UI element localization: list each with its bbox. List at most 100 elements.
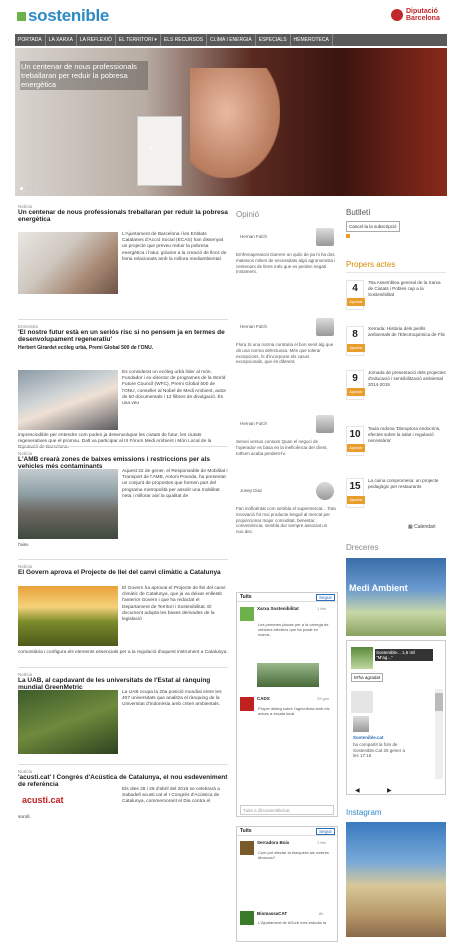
tweet-time[interactable]: 1 feb xyxy=(317,606,326,611)
fb-post-avatar xyxy=(351,691,373,713)
nav-item[interactable]: LA REFLEXIÓ xyxy=(77,34,116,46)
article-summary: La UAB ocupa la 20a posició mundial entr… xyxy=(122,690,222,708)
tweet-author[interactable]: CADS xyxy=(257,696,270,701)
opinion-author[interactable]: Hernan Fulch xyxy=(240,421,267,426)
tweet-text[interactable]: Proper diàleg sobre l'agricultura amb el… xyxy=(255,705,335,717)
article-summary: Aquest 22 de gener, el Responsable de Mo… xyxy=(122,469,228,499)
diputacio-logo-icon xyxy=(391,9,403,21)
tweet-author[interactable]: BiomassaCAT xyxy=(257,911,287,916)
tweet-text[interactable]: Com pot afectar la #sequera als nostres … xyxy=(255,849,335,861)
fb-post-author[interactable]: Sostenible.cat xyxy=(353,735,384,740)
event-join-button[interactable]: Apuntar xyxy=(347,388,365,396)
tweet-image[interactable] xyxy=(257,663,319,687)
article-image[interactable] xyxy=(18,469,118,539)
opinion-author[interactable]: Hernan Fulch xyxy=(240,234,267,239)
newsletter-heading: Butlletí xyxy=(346,208,371,217)
instagram-heading: Instagram xyxy=(346,808,382,817)
nav-item[interactable]: ESPECIALS xyxy=(256,34,291,46)
tweet-input[interactable]: Tuita a @sostenibleicat xyxy=(240,805,334,815)
twitter-widget: Tuits Seguir Xarxa Sostenibilitat 1 feb … xyxy=(236,592,338,817)
event-join-button[interactable]: Apuntar xyxy=(347,444,365,452)
article-title[interactable]: 'El nostre futur està en un seriós risc … xyxy=(18,329,228,343)
tweet-avatar xyxy=(240,697,254,711)
shortcuts-heading: Dreceres xyxy=(346,543,379,552)
event-title[interactable]: Xerrada: Història dels perills ambiental… xyxy=(368,326,446,338)
article-title[interactable]: El Govern aprova el Projecte de llei del… xyxy=(18,569,228,576)
opinion-text[interactable]: Fan innfloèntat com sembla el supermerca… xyxy=(236,506,336,535)
article-image[interactable] xyxy=(18,586,118,646)
nav-item[interactable]: HEMEROTECA xyxy=(291,34,333,46)
hero-title[interactable]: Un centenar de nous professionals trebal… xyxy=(20,61,148,90)
nav-item[interactable]: ELS RECURSOS xyxy=(161,34,208,46)
tweet-avatar xyxy=(240,607,254,621)
opinion-author[interactable]: Josep Diaz xyxy=(240,488,262,493)
article-title[interactable]: L'AMB crearà zones de baixes emissions i… xyxy=(18,456,228,470)
author-avatar xyxy=(316,415,334,433)
event-title[interactable]: 76a Assemblea general de la Xarxa de Ciu… xyxy=(368,280,446,298)
follow-button[interactable]: Seguir xyxy=(315,828,335,835)
follow-button[interactable]: Seguir xyxy=(315,594,335,601)
hero-image-radiator xyxy=(137,116,182,186)
event-day: 9 xyxy=(352,373,358,384)
medi-ambient-banner[interactable]: Medi Ambient xyxy=(346,558,446,636)
author-avatar xyxy=(316,318,334,336)
article-subtitle: Herbert Girardet ecòleg urbà, Premi Glob… xyxy=(18,345,154,351)
article-image[interactable] xyxy=(18,370,118,430)
event-day: 15 xyxy=(349,481,361,492)
tweet-author[interactable]: Xarxa Sostenibilitat xyxy=(257,606,307,611)
opinion-text[interactable]: Servei versus consum Quan el negoci de l… xyxy=(236,439,336,456)
event-join-button[interactable]: Apuntar xyxy=(347,496,365,504)
article: Notícia L'AMB crearà zones de baixes emi… xyxy=(18,451,228,548)
article-title[interactable]: La UAB, al capdavant de les universitats… xyxy=(18,677,228,691)
article-title[interactable]: Un centenar de nous professionals trebal… xyxy=(18,209,228,223)
site-logo[interactable]: sostenible xyxy=(28,6,109,26)
logo-text: acusti.cat xyxy=(22,795,64,805)
fb-like-button[interactable]: M'ha agradat xyxy=(351,673,384,682)
tweet-avatar xyxy=(240,841,254,855)
plus-icon[interactable]: + xyxy=(149,144,154,153)
opinion-author[interactable]: Hernan Fulch xyxy=(240,324,267,329)
hero-image-hand xyxy=(190,68,280,178)
tweet-time[interactable]: 8h xyxy=(319,911,323,916)
opinion-text[interactable]: Emfrenapreaioni Darrere un quilo de pa h… xyxy=(236,252,336,275)
nav-item[interactable]: CLIMA I ENERGIA xyxy=(207,34,256,46)
article-image[interactable] xyxy=(18,232,118,294)
event-title[interactable]: Jornada de presentació dels projectes d'… xyxy=(368,370,446,388)
tweet-time[interactable]: 1 feb xyxy=(317,840,326,845)
facebook-widget: Sostenible... 1,6 mil "M'ag..." M'ha agr… xyxy=(346,640,446,795)
event-join-button[interactable]: Apuntar xyxy=(347,298,365,306)
event-title[interactable]: La cuina compromesa: un projecte pedagòg… xyxy=(368,478,446,490)
fb-post-image[interactable] xyxy=(353,716,369,732)
opinion-text[interactable]: Flora Si una norma contraria el bon seni… xyxy=(236,342,336,365)
arrow-right-icon[interactable]: ▶ xyxy=(387,787,392,794)
fb-scrollbar[interactable] xyxy=(435,689,443,779)
twitter-widget-2: Tuits Seguir Serradora Boix 1 feb Com po… xyxy=(236,826,338,942)
nav-item[interactable]: LA XARXA xyxy=(46,34,77,46)
calendar-link[interactable]: ▦ Calendari xyxy=(408,524,436,530)
slider-dots[interactable] xyxy=(20,187,41,190)
article-image[interactable] xyxy=(18,690,118,754)
event-title[interactable]: Taula rodona 'Disruptora endocrins, efec… xyxy=(368,426,446,444)
unsubscribe-button[interactable]: Cancel·la la subscripció xyxy=(346,221,400,232)
article-summary: Els dies 28 i 29 d'abril del 2016 se cel… xyxy=(122,787,220,805)
tweet-author[interactable]: Serradora Boix xyxy=(257,840,289,845)
tweet-text[interactable]: L'Ajuntament de #Gurb mes estudia la xyxy=(255,919,335,926)
diputacio-logo[interactable]: Diputació Barcelona xyxy=(406,8,440,22)
tweet-time[interactable]: 29 gen xyxy=(317,696,329,701)
rss-icon[interactable] xyxy=(346,234,350,238)
instagram-image[interactable] xyxy=(346,822,446,937)
article-summary-cont: soroll. xyxy=(18,815,31,820)
hero-slider[interactable]: Un centenar de nous professionals trebal… xyxy=(15,48,447,196)
nav-item[interactable]: EL TERRITORI ▾ xyxy=(116,34,161,46)
banner-title: Medi Ambient xyxy=(349,583,408,593)
article-title[interactable]: 'acusti.cat' I Congrés d'Acústica de Cat… xyxy=(18,774,228,788)
nav-item[interactable]: PORTADA xyxy=(15,34,46,46)
article-summary: L'Ajuntament de Barcelona i les Entitats… xyxy=(122,232,227,262)
sidebar-column: Butlletí Cancel·la la subscripció Proper… xyxy=(346,208,446,937)
fb-likes[interactable]: Sostenible... 1,6 mil "M'ag..." xyxy=(375,649,433,661)
article: Entrevista 'El nostre futur està en un s… xyxy=(18,324,228,450)
arrow-left-icon[interactable]: ◀ xyxy=(355,787,360,794)
event-day: 4 xyxy=(352,283,358,294)
event-join-button[interactable]: Apuntar xyxy=(347,344,365,352)
tweet-text[interactable]: Les primeres places per a la càrrega de … xyxy=(255,621,335,638)
